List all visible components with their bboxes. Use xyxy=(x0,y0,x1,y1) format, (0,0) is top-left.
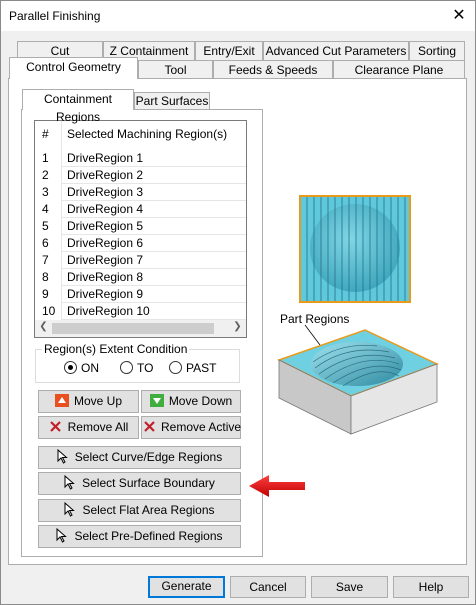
list-item[interactable]: 2 DriveRegion 2 xyxy=(35,166,246,183)
select-predefined-label: Select Pre-Defined Regions xyxy=(74,529,223,543)
red-arrow-icon xyxy=(249,475,305,497)
select-curve-edge-regions-button[interactable]: Select Curve/Edge Regions xyxy=(38,446,241,469)
cancel-button[interactable]: Cancel xyxy=(230,576,306,598)
list-item-number: 10 xyxy=(42,304,56,318)
list-item-number: 5 xyxy=(42,219,49,233)
cursor-icon xyxy=(56,528,68,543)
list-item[interactable]: 4 DriveRegion 4 xyxy=(35,200,246,217)
radio-on-label[interactable]: ON xyxy=(81,361,99,375)
list-item-number: 3 xyxy=(42,185,49,199)
regions-list[interactable]: # Selected Machining Region(s) 1 DriveReg… xyxy=(34,120,247,338)
extent-condition-group: Region(s) Extent Condition ON TO PAST xyxy=(35,342,240,383)
select-flat-area-regions-button[interactable]: Select Flat Area Regions xyxy=(38,499,241,522)
list-item-name: DriveRegion 3 xyxy=(67,185,144,199)
list-item-number: 9 xyxy=(42,287,49,301)
list-item-number: 1 xyxy=(42,151,49,165)
isometric-part-illustration xyxy=(277,329,439,435)
dialog-window: Parallel Finishing ✕ Cut Parameters Z Co… xyxy=(0,0,476,605)
list-item-name: DriveRegion 2 xyxy=(67,168,144,182)
radio-to-label[interactable]: TO xyxy=(137,361,153,375)
list-item[interactable]: 5 DriveRegion 5 xyxy=(35,217,246,234)
top-view-illustration xyxy=(299,195,411,303)
list-item[interactable]: 8 DriveRegion 8 xyxy=(35,268,246,285)
list-item[interactable]: 10 DriveRegion 10 xyxy=(35,302,246,319)
window-title: Parallel Finishing xyxy=(9,9,101,23)
tab-control-geometry[interactable]: Control Geometry xyxy=(9,57,138,79)
tab-advanced-cut-parameters[interactable]: Advanced Cut Parameters xyxy=(263,41,409,60)
radio-to-indicator[interactable] xyxy=(120,361,133,374)
move-down-label: Move Down xyxy=(168,394,233,408)
list-item[interactable]: 9 DriveRegion 9 xyxy=(35,285,246,302)
list-item[interactable]: 6 DriveRegion 6 xyxy=(35,234,246,251)
list-item-name: DriveRegion 4 xyxy=(67,202,144,216)
cursor-icon xyxy=(64,475,75,490)
extent-condition-legend: Region(s) Extent Condition xyxy=(42,342,190,356)
horizontal-scrollbar[interactable]: ❮ ❯ xyxy=(35,320,246,337)
radio-past-indicator[interactable] xyxy=(169,361,182,374)
list-item-name: DriveRegion 5 xyxy=(67,219,144,233)
list-item-number: 2 xyxy=(42,168,49,182)
list-item[interactable]: 7 DriveRegion 7 xyxy=(35,251,246,268)
radio-on-indicator[interactable] xyxy=(64,361,77,374)
tab-tool[interactable]: Tool xyxy=(138,60,213,79)
radio-selected-dot xyxy=(68,365,73,370)
save-button[interactable]: Save xyxy=(311,576,388,598)
remove-all-label: Remove All xyxy=(67,420,129,434)
list-item-name: DriveRegion 8 xyxy=(67,270,144,284)
select-curve-label: Select Curve/Edge Regions xyxy=(74,450,223,464)
select-flat-label: Select Flat Area Regions xyxy=(82,503,215,517)
help-button[interactable]: Help xyxy=(393,576,469,598)
tab-clearance-plane[interactable]: Clearance Plane xyxy=(333,60,465,79)
scrollbar-thumb[interactable] xyxy=(52,323,214,334)
tab-entry-exit[interactable]: Entry/Exit xyxy=(195,41,263,60)
tab-containment-regions[interactable]: Containment Regions xyxy=(22,89,134,124)
list-item-name: DriveRegion 10 xyxy=(67,304,150,318)
generate-button[interactable]: Generate xyxy=(148,576,225,598)
list-item[interactable]: 1 DriveRegion 1 xyxy=(35,149,246,166)
remove-all-button[interactable]: Remove All xyxy=(38,416,139,439)
radio-past-label[interactable]: PAST xyxy=(186,361,216,375)
arrow-up-icon xyxy=(54,393,69,407)
list-item[interactable]: 3 DriveRegion 3 xyxy=(35,183,246,200)
scroll-right-icon[interactable]: ❯ xyxy=(229,321,246,332)
cursor-icon xyxy=(64,502,76,517)
x-icon xyxy=(49,419,63,432)
select-pre-defined-regions-button[interactable]: Select Pre-Defined Regions xyxy=(38,525,241,548)
title-bar: Parallel Finishing ✕ xyxy=(1,1,475,31)
tab-part-surfaces[interactable]: Part Surfaces xyxy=(134,92,210,110)
move-up-button[interactable]: Move Up xyxy=(38,390,139,413)
scroll-left-icon[interactable]: ❮ xyxy=(35,321,52,332)
x-icon xyxy=(142,419,156,432)
list-item-number: 7 xyxy=(42,253,49,267)
select-surface-boundary-button[interactable]: Select Surface Boundary xyxy=(38,472,241,495)
list-item-number: 8 xyxy=(42,270,49,284)
move-down-button[interactable]: Move Down xyxy=(141,390,241,413)
column-header-regions[interactable]: Selected Machining Region(s) xyxy=(67,127,227,141)
cursor-icon xyxy=(57,449,68,464)
list-item-name: DriveRegion 7 xyxy=(67,253,144,267)
list-item-number: 6 xyxy=(42,236,49,250)
list-item-name: DriveRegion 1 xyxy=(67,151,144,165)
remove-active-button[interactable]: Remove Active xyxy=(141,416,241,439)
move-up-label: Move Up xyxy=(73,394,123,408)
remove-active-label: Remove Active xyxy=(161,420,242,434)
arrow-down-icon xyxy=(149,393,164,407)
list-item-name: DriveRegion 9 xyxy=(67,287,144,301)
list-item-number: 4 xyxy=(42,202,49,216)
list-item-name: DriveRegion 6 xyxy=(67,236,144,250)
column-header-number[interactable]: # xyxy=(42,127,49,141)
tab-sorting[interactable]: Sorting xyxy=(409,41,465,60)
close-icon[interactable]: ✕ xyxy=(449,6,469,26)
tab-feeds-speeds[interactable]: Feeds & Speeds xyxy=(213,60,333,79)
select-surface-label: Select Surface Boundary xyxy=(82,476,215,490)
